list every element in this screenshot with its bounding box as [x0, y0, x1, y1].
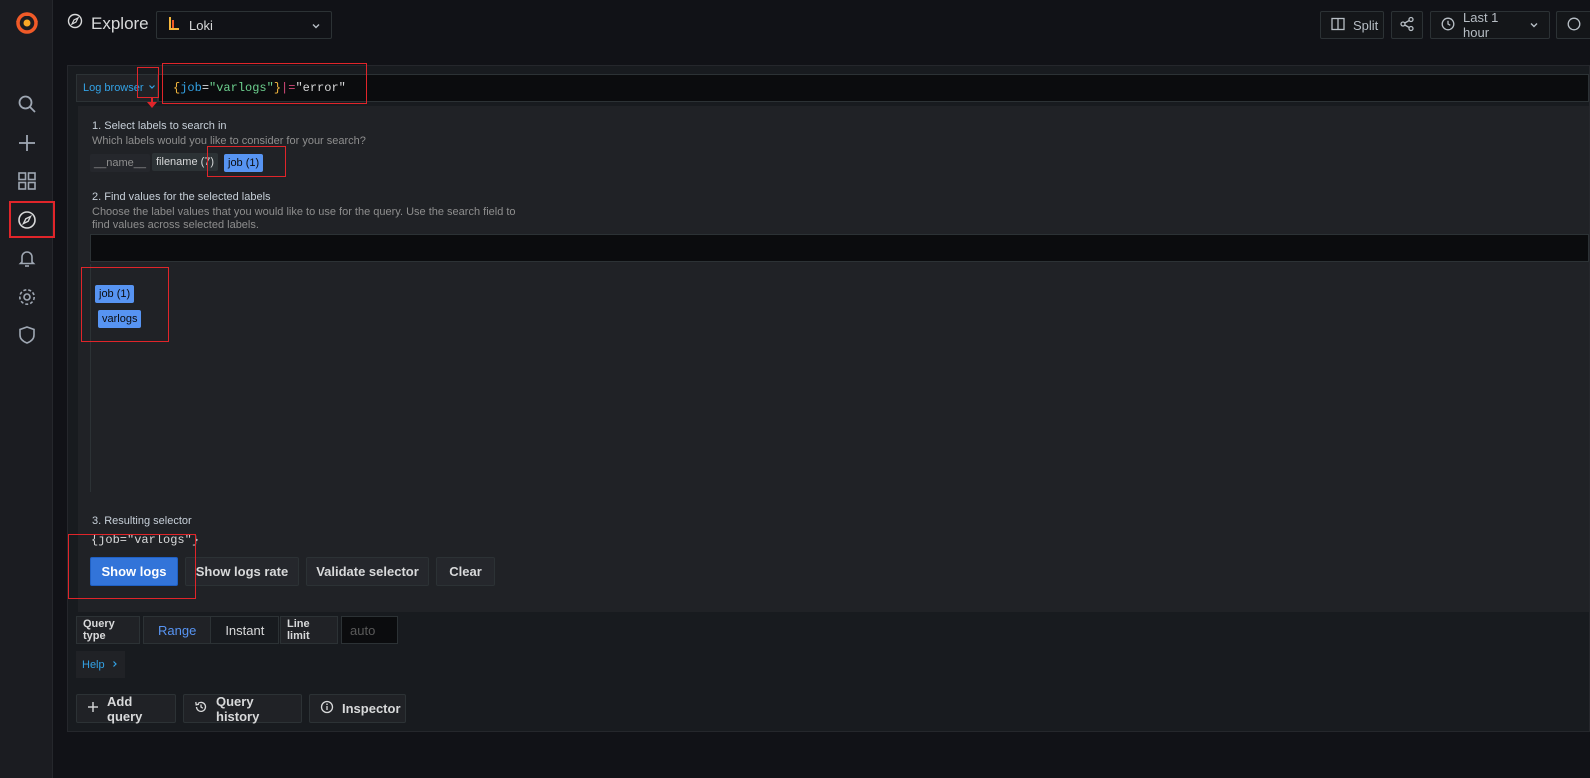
- split-button[interactable]: Split: [1320, 11, 1384, 39]
- step2-description-line1: Choose the label values that you would l…: [92, 206, 516, 218]
- query-input[interactable]: {job = "varlogs"} |= "error": [158, 74, 1589, 102]
- step1-title: 1. Select labels to search in: [92, 120, 227, 132]
- query-type-range[interactable]: Range: [144, 617, 212, 643]
- compass-icon[interactable]: [13, 206, 41, 234]
- show-logs-button[interactable]: Show logs: [90, 557, 178, 586]
- label-chip-filename[interactable]: filename (7): [152, 153, 219, 171]
- page-title: Explore: [67, 13, 149, 34]
- label-value-search-input[interactable]: [90, 234, 1589, 262]
- value-chip-varlogs[interactable]: varlogs: [98, 310, 142, 328]
- plus-icon[interactable]: [13, 129, 41, 157]
- chevron-down-icon: [1529, 18, 1539, 33]
- step3-title: 3. Resulting selector: [92, 515, 192, 527]
- help-toggle[interactable]: Help: [76, 651, 125, 678]
- shield-icon[interactable]: [13, 321, 41, 349]
- datasource-picker[interactable]: Loki: [156, 11, 332, 39]
- step1-description: Which labels would you like to consider …: [92, 135, 366, 147]
- step2-title: 2. Find values for the selected labels: [92, 191, 271, 203]
- time-range-picker[interactable]: Last 1 hour: [1430, 10, 1550, 40]
- loki-logo-icon: [167, 16, 181, 35]
- grafana-logo-icon[interactable]: [14, 10, 40, 36]
- query-type-radio-group: Range Instant: [143, 616, 280, 644]
- chevron-down-icon: [148, 82, 156, 94]
- history-icon: [194, 700, 208, 717]
- query-history-button[interactable]: Query history: [183, 694, 302, 724]
- query-type-label: Query type: [76, 616, 140, 644]
- query-row: Log browser {job = "varlogs"} |= "error": [76, 74, 1589, 103]
- chevron-down-icon: [311, 19, 321, 34]
- resulting-selector: {job="varlogs"}: [91, 533, 200, 547]
- columns-icon: [1331, 17, 1345, 34]
- top-bar: Explore Loki Split Last 1 hour: [53, 0, 1590, 50]
- dashboards-icon[interactable]: [13, 167, 41, 195]
- sidebar: [0, 0, 53, 778]
- clock-icon: [1441, 17, 1455, 34]
- search-icon[interactable]: [13, 90, 41, 118]
- query-type-instant[interactable]: Instant: [211, 617, 279, 643]
- datasource-name: Loki: [189, 17, 213, 33]
- plus-icon: [87, 701, 99, 716]
- gear-icon[interactable]: [13, 283, 41, 311]
- label-chip-job[interactable]: job (1): [224, 154, 264, 172]
- values-divider: [90, 264, 91, 492]
- zoom-out-button[interactable]: [1556, 11, 1590, 39]
- show-logs-rate-button[interactable]: Show logs rate: [185, 557, 299, 586]
- bell-icon[interactable]: [13, 244, 41, 272]
- step2-description-line2: find values across selected labels.: [92, 219, 259, 231]
- line-limit-input[interactable]: auto: [341, 616, 398, 644]
- share-button[interactable]: [1391, 11, 1423, 39]
- chevron-right-icon: [111, 659, 119, 671]
- compass-icon: [67, 13, 83, 34]
- page-title-text: Explore: [91, 13, 149, 33]
- line-limit-label: Line limit: [280, 616, 338, 644]
- clear-button[interactable]: Clear: [436, 557, 495, 586]
- add-query-button[interactable]: Add query: [76, 694, 176, 724]
- label-chip-name[interactable]: __name__: [90, 154, 150, 172]
- validate-selector-button[interactable]: Validate selector: [306, 557, 429, 586]
- annotation-arrow-icon: [146, 96, 158, 111]
- inspector-button[interactable]: Inspector: [309, 694, 406, 723]
- value-group-label-job[interactable]: job (1): [95, 285, 135, 303]
- info-icon: [320, 700, 334, 717]
- zoom-out-icon: [1567, 17, 1581, 34]
- label-browser: 1. Select labels to search in Which labe…: [78, 106, 1589, 612]
- share-icon: [1399, 16, 1415, 35]
